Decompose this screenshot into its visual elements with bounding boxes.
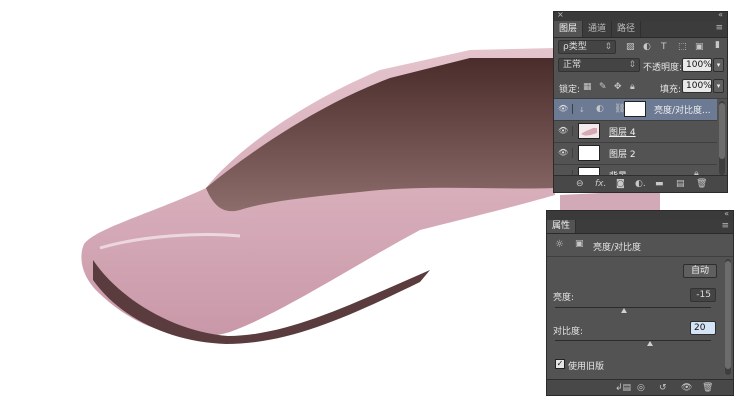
opacity-field[interactable]: 100%	[682, 58, 712, 72]
lock-transparent-icon[interactable]: ▦	[583, 82, 592, 92]
contrast-label: 对比度:	[553, 327, 584, 337]
lock-brush-icon[interactable]: ✎	[599, 82, 607, 92]
blend-mode-select[interactable]: 正常 ⇕	[558, 58, 640, 72]
mask-icon[interactable]: ▣	[575, 239, 584, 249]
legacy-checkbox[interactable]: ✓	[555, 359, 565, 369]
shape-filter-icon[interactable]: ⬚	[678, 42, 687, 52]
layer-name[interactable]: 图层 2	[609, 147, 636, 160]
blend-mode-value: 正常	[563, 60, 582, 70]
layer-thumbnail[interactable]	[578, 123, 600, 139]
layers-footer: ⊖ fx. ◙ ◐. ▬ ▤ 🗑︎	[554, 175, 727, 192]
adjustment-layer-icon: ◐	[596, 104, 604, 114]
fx-icon[interactable]: fx.	[595, 179, 606, 189]
layers-tabbar: 图层 通道 路径 ≡	[554, 21, 727, 38]
lock-all-icon[interactable]: 🔒︎	[630, 82, 635, 92]
auto-button[interactable]: 自动	[683, 264, 717, 278]
tab-paths[interactable]: 路径	[612, 21, 642, 37]
panel-titlebar[interactable]: «	[547, 209, 733, 220]
filter-kind-value: ρ类型	[563, 42, 587, 52]
smart-object-filter-icon[interactable]: ▣	[695, 42, 704, 52]
tab-channels[interactable]: 通道	[583, 21, 613, 37]
layer-name[interactable]: 图层 4	[609, 125, 636, 138]
opacity-dropdown-button[interactable]: ▾	[713, 58, 724, 72]
lock-position-icon[interactable]: ✥	[614, 82, 622, 92]
chevron-down-icon: ⇕	[604, 42, 612, 52]
layer-row-4[interactable]: 👁︎ 图层 4	[554, 121, 717, 143]
layer-mask-thumbnail[interactable]	[624, 101, 646, 117]
filter-toggle-icon[interactable]: ▮	[715, 40, 720, 50]
clip-to-layer-icon[interactable]: ↲▤	[615, 383, 631, 393]
contrast-field[interactable]: 20	[690, 321, 716, 335]
type-filter-icon[interactable]: T	[661, 42, 667, 52]
add-mask-icon[interactable]: ◙	[616, 179, 625, 189]
contrast-slider-handle[interactable]	[647, 341, 653, 346]
chevron-down-icon: ⇕	[628, 60, 636, 70]
brightness-slider-handle[interactable]	[621, 308, 627, 313]
tab-layers[interactable]: 图层	[554, 21, 584, 37]
layer-name[interactable]: 亮度/对比度...	[654, 103, 711, 116]
panel-menu-icon[interactable]: ≡	[715, 24, 723, 33]
brightness-label: 亮度:	[553, 293, 575, 303]
properties-footer: ↲▤ ◎ ↺ 👁︎ 🗑︎	[547, 379, 733, 395]
new-adjustment-icon[interactable]: ◐.	[635, 179, 646, 189]
properties-tabbar: 属性 ≡	[547, 220, 733, 234]
eye-icon[interactable]: 👁︎	[558, 126, 573, 136]
brightness-field[interactable]: -15	[690, 288, 716, 302]
panel-menu-icon[interactable]: ≡	[721, 222, 729, 231]
adjustment-filter-icon[interactable]: ◐	[643, 42, 651, 52]
new-group-icon[interactable]: ▬	[655, 179, 664, 189]
collapse-icon[interactable]: «	[718, 10, 723, 19]
clip-arrow-icon: ↓	[579, 106, 585, 114]
lock-label: 锁定:	[559, 85, 581, 95]
tab-properties[interactable]: 属性	[547, 220, 577, 233]
properties-scroll-thumb[interactable]	[725, 261, 731, 369]
shoe-thumbnail-icon	[581, 128, 597, 136]
properties-panel: « 属性 ≡ ☼ ▣ 亮度/对比度 自动 亮度: -15 对比度: 20 ✓ 使…	[546, 209, 734, 396]
filter-kind-select[interactable]: ρ类型 ⇕	[558, 40, 616, 54]
adjustment-title: 亮度/对比度	[593, 243, 642, 253]
brightness-contrast-icon: ☼	[555, 239, 564, 250]
opacity-label: 不透明度:	[643, 63, 683, 73]
layers-panel: × « 图层 通道 路径 ≡ ρ类型 ⇕ ▨ ◐ T ⬚ ▣ ▮ 正常 ⇕ 不透…	[553, 10, 728, 193]
eye-icon[interactable]: 👁︎	[558, 148, 573, 158]
link-layers-icon[interactable]: ⊖	[576, 179, 584, 189]
layer-row-2[interactable]: 👁︎ 图层 2	[554, 143, 717, 165]
new-layer-icon[interactable]: ▤	[676, 179, 685, 189]
contrast-slider-track[interactable]	[555, 340, 711, 341]
layer-thumbnail[interactable]	[578, 145, 600, 161]
layer-row-brightness-contrast[interactable]: 👁︎ ↓ ◐ ⛓︎ 亮度/对比度...	[554, 99, 717, 121]
trash-icon[interactable]: 🗑︎	[702, 383, 713, 393]
fill-dropdown-button[interactable]: ▾	[713, 79, 724, 93]
visibility-eye-icon[interactable]: 👁︎	[681, 383, 692, 393]
properties-header: ☼ ▣ 亮度/对比度	[547, 234, 733, 257]
close-icon[interactable]: ×	[557, 10, 564, 19]
collapse-icon[interactable]: «	[724, 209, 729, 218]
fill-field[interactable]: 100%	[682, 79, 712, 93]
fill-label: 填充:	[660, 85, 682, 95]
layers-list: 👁︎ ↓ ◐ ⛓︎ 亮度/对比度... 👁︎ 图层 4 👁︎ 图层 2 👁︎ 背…	[554, 98, 727, 177]
layers-scrollbar[interactable]	[719, 101, 725, 175]
properties-scrollbar[interactable]	[725, 259, 731, 375]
panel-titlebar[interactable]: × «	[554, 10, 727, 21]
eye-icon[interactable]: 👁︎	[558, 104, 573, 114]
view-previous-icon[interactable]: ◎	[637, 383, 645, 393]
brightness-slider-track[interactable]	[555, 307, 711, 308]
legacy-label: 使用旧版	[568, 362, 605, 372]
pixel-filter-icon[interactable]: ▨	[626, 42, 635, 52]
reset-icon[interactable]: ↺	[659, 383, 667, 393]
trash-icon[interactable]: 🗑︎	[696, 179, 707, 189]
layers-scroll-thumb[interactable]	[719, 103, 725, 159]
